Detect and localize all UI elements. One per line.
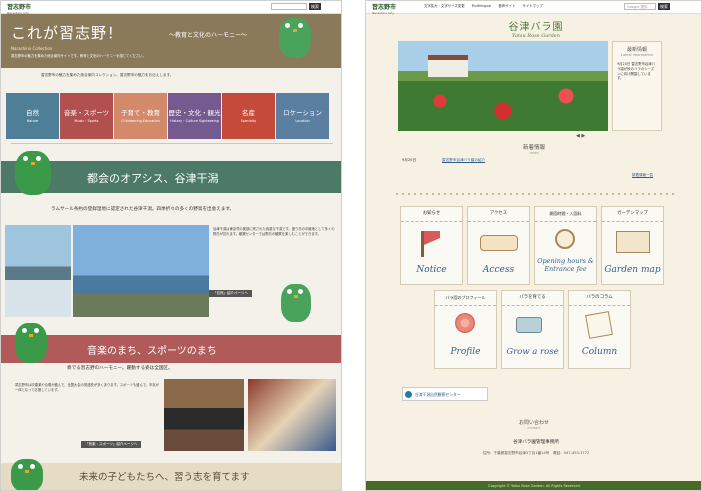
mascot-icon [15, 151, 51, 195]
nature-page-link[interactable]: 「自然」紹介ページへ [209, 290, 252, 297]
news-more-link[interactable]: 新着情報一覧 [632, 173, 653, 178]
right-footer: Copyright © Yatsu Rose Garden. All Right… [366, 481, 701, 490]
news-heading-jp: 新着情報 [522, 145, 545, 151]
main-slider[interactable] [398, 41, 608, 131]
section-music-title: 音楽のまち、スポーツのまち [87, 346, 217, 357]
notebook-icon [585, 311, 613, 339]
tile-grow-rose[interactable]: バラを育てる Grow a rose [501, 290, 564, 369]
tile-access[interactable]: アクセス Access [467, 206, 530, 285]
left-top-bar: 習志野市 Narashino City 検索 [1, 1, 341, 15]
category-childrearing[interactable]: 子育て・教育 Childrearing Education [114, 93, 167, 139]
narashino-page: 習志野市 Narashino City 検索 これが習志野！ 〜教育と文化のハーモ… [0, 0, 342, 491]
hero-text: 習志野市の魅力を集めた総合案内サイトです。教育と文化のハーモニーを感じてください… [11, 54, 146, 58]
left-search-button[interactable]: 検索 [309, 3, 321, 10]
news-item-link[interactable]: 習志野市谷津バラ園の紹介 [442, 158, 485, 163]
hero-banner: これが習志野！ 〜教育と文化のハーモニー〜 Narashino Collecti… [1, 14, 341, 68]
tile-opening-hours[interactable]: 開園時間・入園料 Opening hours & Entrance fee [534, 206, 597, 285]
latest-info-box: 最新情報 Latest information 9月20日 習志野市谷津バラ園が… [612, 41, 662, 131]
photo-birds [5, 225, 71, 317]
mascot-icon [279, 18, 311, 58]
category-location[interactable]: ロケーション Location [276, 93, 329, 139]
contact-heading: お問い合わせ contact [494, 419, 574, 430]
photo-tidal-flat [73, 225, 209, 317]
hero-subtitle: 〜教育と文化のハーモニー〜 [169, 32, 248, 39]
news-date: 9月20日 [402, 158, 417, 162]
flag-cloth-icon [424, 231, 440, 245]
garden-title-jp: 谷津バラ園 [508, 22, 564, 33]
right-search-input[interactable]: Google 提供 [624, 3, 656, 10]
news-heading-en: news [529, 151, 539, 155]
clock-icon [555, 229, 575, 249]
music-page-link[interactable]: 「音楽・スポーツ」紹介ページへ [81, 441, 142, 448]
nav-font-size[interactable]: 文字拡大・文字サイズ変更 [424, 4, 465, 8]
section-nature-text: 谷津干潟は東京湾の奥部に残された貴重な干潟です。渡り鳥の中継地として多くの野鳥が… [213, 227, 335, 236]
mascot-icon [281, 284, 311, 322]
section-nature-band: 都会のオアシス、谷津干潟 [1, 161, 341, 193]
divider [11, 143, 333, 144]
slider-arrows[interactable]: ◀ ▶ [576, 133, 585, 139]
section-music-text: 習志野市は吹奏楽や合唱が盛んで、全国大会の常連校が多くあります。スポーツも盛んで… [15, 383, 160, 392]
map-icon [616, 231, 650, 253]
bird-icon [405, 391, 412, 398]
nav-sitemap[interactable]: サイトマップ [522, 4, 542, 8]
section-nature-lead: ラムサール条約の登録湿地に認定された谷津干潟。四季折々の多くの野鳥を出会えます。 [51, 207, 235, 212]
tile-garden-map[interactable]: ガーデンマップ Garden map [601, 206, 664, 285]
mascot-icon [15, 323, 47, 363]
contact-address: 住所：千葉県習志野市谷津3丁目1番14号 電話：047-453-3772 [482, 451, 590, 455]
section-music-band: 音楽のまち、スポーツのまち [1, 335, 341, 363]
mascot-icon [11, 459, 43, 490]
photo-sports [248, 379, 336, 451]
photo-concert [164, 379, 244, 451]
dotted-divider [396, 193, 676, 195]
right-search-button[interactable]: 検索 [658, 3, 670, 10]
contact-heading-jp: お問い合わせ [518, 420, 549, 426]
section-music-lead: 奏でる習志野のハーモニー。躍動する姿は全国区。 [67, 366, 173, 371]
tile-column[interactable]: バラのコラム Column [568, 290, 631, 369]
category-specialty[interactable]: 名産 Specialty [222, 93, 275, 139]
category-music-sports[interactable]: 音楽・スポーツ Music・Sports [60, 93, 113, 139]
nav-multilingual[interactable]: Multilingual [472, 4, 492, 8]
news-heading: 新着情報 news [494, 143, 574, 155]
section-nature-title: 都会のオアシス、谷津干潟 [87, 172, 219, 185]
hero-title: これが習志野！ [11, 24, 124, 42]
right-logo[interactable]: 習志野市 Narashino City [372, 2, 396, 15]
category-nature[interactable]: 自然 Nature [6, 93, 59, 139]
left-search-input[interactable] [271, 3, 307, 10]
section-education-band: 未来の子どもたちへ、習う志を育てます [1, 463, 341, 490]
nav-voice-site[interactable]: 音声サイト [498, 4, 515, 8]
watering-can-icon [516, 317, 542, 333]
contact-office-name: 谷津バラ園管理事務所 [513, 440, 559, 445]
tile-notice[interactable]: お知らせ Notice [400, 206, 463, 285]
latest-title-jp: 最新情報 [626, 47, 647, 53]
rose-garden-page: 習志野市 Narashino City 文字拡大・文字サイズ変更 Multilin… [365, 0, 702, 491]
train-icon [480, 235, 518, 251]
right-utility-nav: 文字拡大・文字サイズ変更 Multilingual 音声サイト サイトマップ [424, 3, 549, 8]
tile-profile[interactable]: バラ園のプロフィール Profile [434, 290, 497, 369]
right-top-bar: 習志野市 Narashino City 文字拡大・文字サイズ変更 Multilin… [366, 1, 701, 15]
hero-en-label: Narashino Collection [11, 46, 53, 51]
rose-icon [455, 313, 475, 333]
category-history[interactable]: 歴史・文化・観光 History・Culture Sightseeing [168, 93, 221, 139]
contact-heading-en: contact [527, 426, 541, 430]
latest-text: 9月20日 習志野市谷津バラ園が秋のバラのシーズンに向け開園しています。 [617, 62, 656, 81]
garden-title: 谷津バラ園 Yatsu Rose Garden [476, 18, 596, 39]
garden-title-en: Yatsu Rose Garden [512, 33, 560, 39]
intro-text: 習志野市の魅力を集めた総合案内コレクション。習志野市の魅力をお伝えします。 [41, 73, 174, 77]
banner-observation-center[interactable]: 谷津干潟自然観察センター [402, 387, 488, 401]
section-education-title: 未来の子どもたちへ、習う志を育てます [79, 472, 250, 483]
